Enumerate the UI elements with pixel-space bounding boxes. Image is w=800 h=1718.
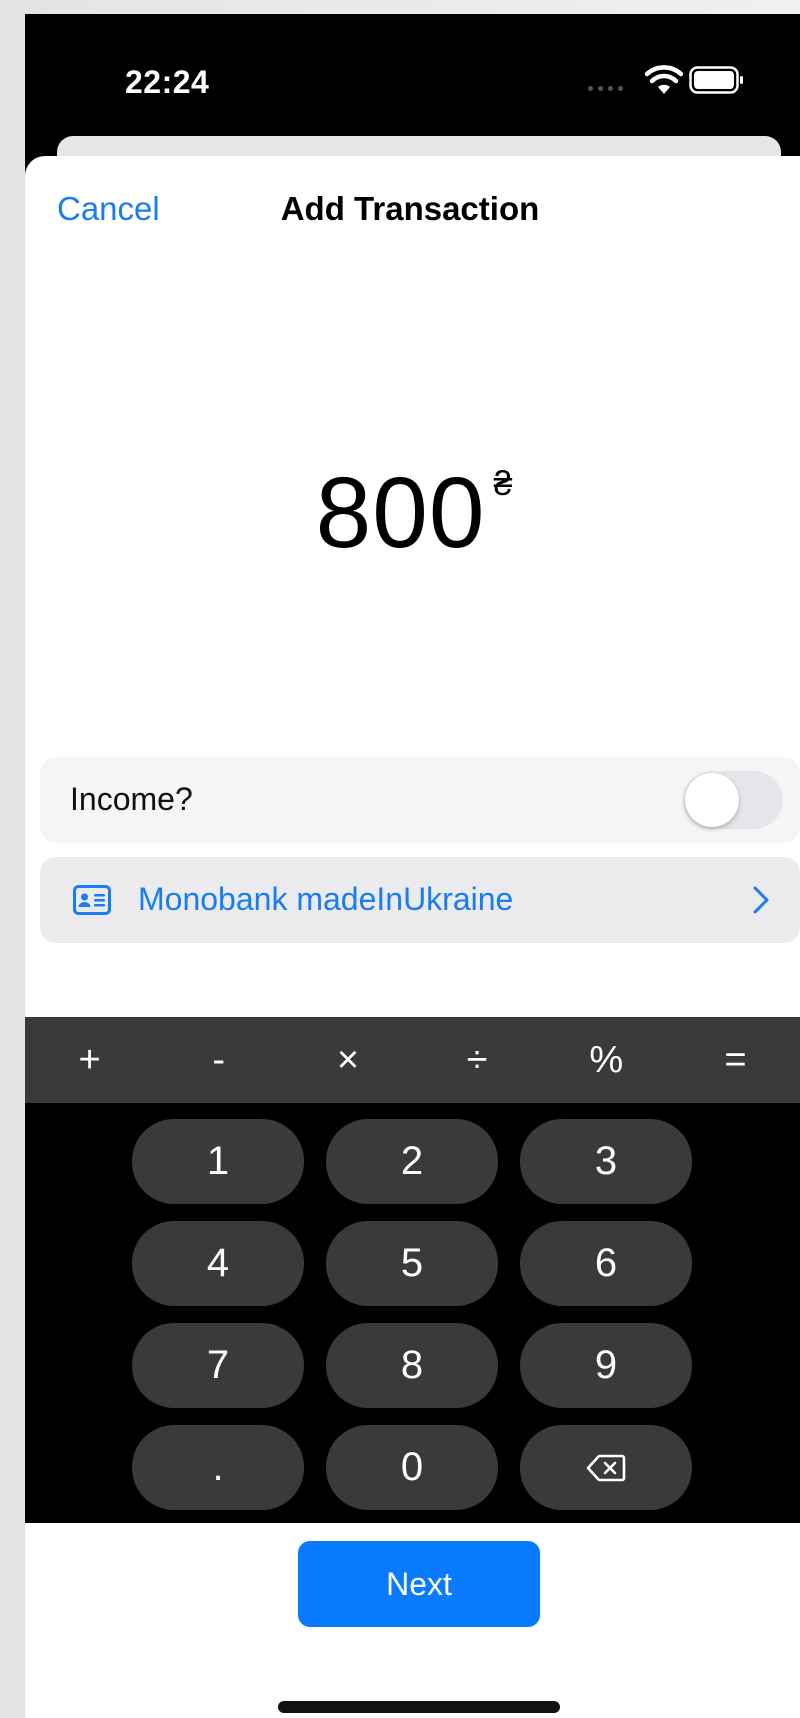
nav-bar: Cancel Add Transaction [25,156,800,256]
status-time: 22:24 [125,64,210,100]
key-3[interactable]: 3 [520,1119,692,1204]
key-6[interactable]: 6 [520,1221,692,1306]
key-5[interactable]: 5 [326,1221,498,1306]
equals-key[interactable]: = [671,1017,800,1103]
key-8[interactable]: 8 [326,1323,498,1408]
key-9[interactable]: 9 [520,1323,692,1408]
key-decimal[interactable]: . [132,1425,304,1510]
key-0[interactable]: 0 [326,1425,498,1510]
key-1[interactable]: 1 [132,1119,304,1204]
multiply-key[interactable]: × [283,1017,412,1103]
toggle-knob [685,773,739,827]
phone-screen: 22:24 Cancel Add Transaction 800 ₴ Income… [25,14,800,1718]
income-row: Income? [40,757,800,843]
plus-key[interactable]: + [25,1017,154,1103]
minus-key[interactable]: - [154,1017,283,1103]
backspace-key[interactable] [520,1425,692,1510]
bottom-area: Next [25,1523,800,1718]
id-card-icon [73,885,111,915]
amount-value: 800 [315,457,486,569]
cellular-signal-icon [588,86,623,91]
key-2[interactable]: 2 [326,1119,498,1204]
battery-icon [689,66,743,94]
account-selector[interactable]: Monobank madeInUkraine [40,857,800,943]
income-toggle[interactable] [683,771,783,829]
percent-key[interactable]: % [542,1017,671,1103]
page-title: Add Transaction [280,190,540,227]
income-label: Income? [70,781,193,817]
number-keypad: 1 2 3 4 5 6 7 8 9 . 0 [25,1103,800,1523]
account-label: Monobank madeInUkraine [138,881,514,917]
chevron-right-icon [753,886,769,914]
status-bar: 22:24 [25,14,800,134]
operator-bar: + - × ÷ % = [25,1017,800,1103]
currency-symbol: ₴ [493,465,513,503]
amount-display: 800 ₴ [25,456,795,571]
home-indicator[interactable] [278,1701,560,1713]
next-button[interactable]: Next [298,1541,540,1627]
key-7[interactable]: 7 [132,1323,304,1408]
backspace-icon [586,1454,626,1481]
key-4[interactable]: 4 [132,1221,304,1306]
wifi-icon [645,65,683,94]
divide-key[interactable]: ÷ [413,1017,542,1103]
